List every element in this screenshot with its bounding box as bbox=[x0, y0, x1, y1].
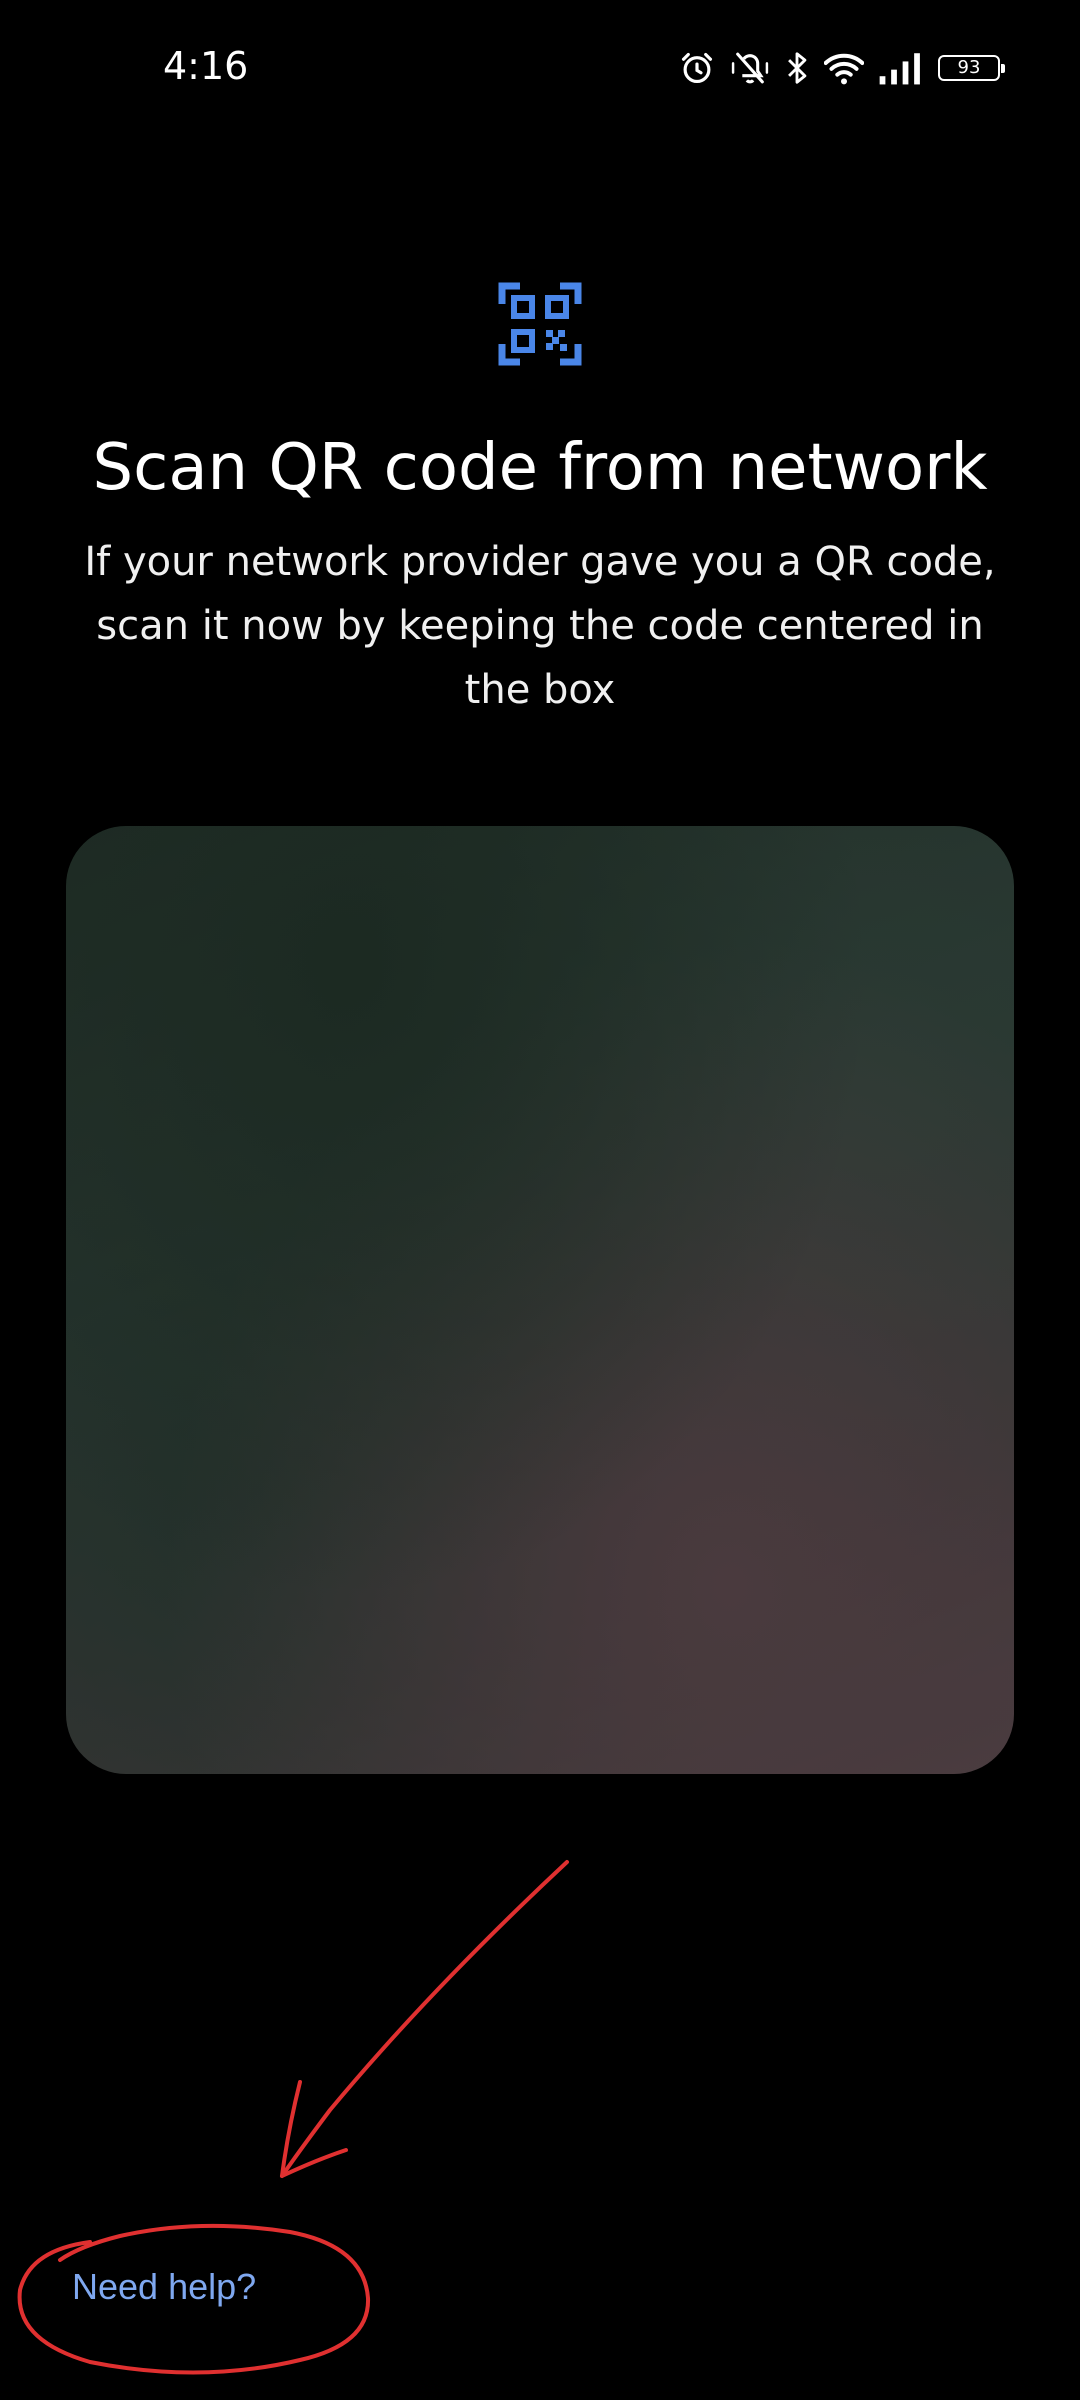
camera-viewfinder bbox=[66, 826, 1014, 1774]
status-icons: 93 bbox=[678, 46, 1005, 90]
cellular-signal-icon bbox=[879, 53, 920, 85]
alarm-icon bbox=[681, 52, 713, 84]
page-subtitle: If your network provider gave you a QR c… bbox=[84, 539, 996, 713]
need-help-link[interactable]: Need help? bbox=[72, 2266, 256, 2308]
wifi-icon bbox=[824, 53, 864, 85]
status-bar: 4:16 93 bbox=[0, 0, 1080, 140]
annotation-arrow-head bbox=[280, 2080, 348, 2178]
page-title: Scan QR code from network bbox=[92, 431, 988, 505]
qr-code-scanner-icon bbox=[498, 282, 582, 366]
status-time: 4:16 bbox=[163, 44, 249, 88]
battery-level: 93 bbox=[957, 57, 981, 78]
vibrate-off-icon bbox=[731, 52, 769, 84]
battery-icon: 93 bbox=[938, 55, 1005, 81]
bluetooth-icon bbox=[788, 52, 807, 84]
annotation-arrow-shaft bbox=[280, 1860, 569, 2178]
